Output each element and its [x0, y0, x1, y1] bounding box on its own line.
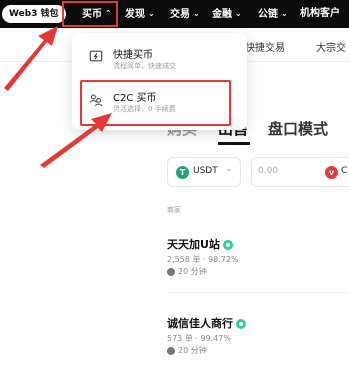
arrow-to-buy-icon [4, 26, 58, 91]
arrow-to-c2c-icon [40, 113, 112, 168]
annotation-arrows [4, 26, 112, 168]
